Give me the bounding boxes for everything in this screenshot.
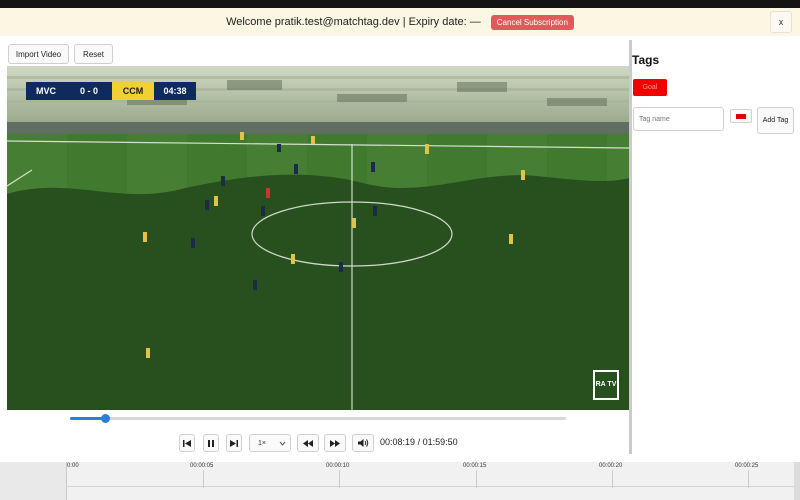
close-icon: x — [778, 17, 784, 27]
timeline-tick-label: 00:00:05 — [190, 463, 214, 469]
pause-button[interactable] — [203, 434, 219, 452]
fast-forward-icon — [330, 439, 340, 447]
playback-speed-select[interactable]: 1× — [249, 434, 291, 452]
volume-button[interactable] — [352, 434, 374, 452]
current-time: 00:08:19 — [380, 437, 416, 447]
broadcaster-logo: RA TV — [593, 370, 619, 400]
skip-start-icon — [183, 439, 191, 447]
timeline-tick-label: 00:00:15 — [463, 463, 487, 469]
tag-chip-goal[interactable]: Goal — [633, 79, 667, 96]
rewind-button[interactable] — [297, 434, 319, 452]
reset-button[interactable]: Reset — [74, 44, 113, 64]
speed-value: 1× — [258, 439, 266, 447]
panel-resizer[interactable] — [629, 40, 632, 454]
timeline-tick-label: 0:00 — [67, 463, 79, 469]
video-frame — [7, 66, 629, 410]
tag-name-input[interactable] — [633, 107, 724, 131]
total-duration: 01:59:50 — [422, 437, 458, 447]
match-clock: 04:38 — [154, 82, 196, 100]
add-tag-button[interactable]: Add Tag — [757, 107, 794, 134]
fast-forward-button[interactable] — [324, 434, 346, 452]
home-team: MVC — [26, 82, 66, 100]
volume-icon — [358, 439, 369, 447]
skip-end-icon — [230, 439, 238, 447]
pause-icon — [208, 439, 214, 447]
subscription-banner: Welcome pratik.test@matchtag.dev | Expir… — [0, 8, 800, 36]
timeline-scrollbar[interactable] — [794, 462, 800, 500]
video-player[interactable]: MVC 0 - 0 CCM 04:38 RA TV — [7, 66, 629, 410]
timeline[interactable]: 0:00 00:00:05 00:00:10 00:00:15 00:00:20… — [0, 462, 800, 500]
tag-color-swatch — [736, 113, 746, 119]
welcome-text: Welcome pratik.test@matchtag.dev | Expir… — [226, 16, 481, 28]
timeline-tick-label: 00:00:10 — [326, 463, 350, 469]
rewind-icon — [303, 439, 313, 447]
seek-bar-fill — [70, 417, 105, 420]
window-top-bar — [0, 0, 800, 8]
skip-to-start-button[interactable] — [179, 434, 195, 452]
close-banner-button[interactable]: x — [770, 11, 792, 33]
timeline-tick-label: 00:00:25 — [735, 463, 759, 469]
seek-bar[interactable] — [70, 414, 566, 423]
tag-color-picker[interactable] — [730, 109, 752, 123]
scoreboard: MVC 0 - 0 CCM 04:38 — [26, 82, 216, 100]
tags-heading: Tags — [632, 53, 660, 67]
time-separator: / — [417, 437, 421, 447]
seek-bar-handle[interactable] — [100, 414, 110, 423]
cancel-subscription-button[interactable]: Cancel Subscription — [490, 14, 574, 30]
away-team: CCM — [112, 82, 154, 100]
import-video-button[interactable]: Import Video — [8, 44, 69, 64]
timeline-tick-label: 00:00:20 — [599, 463, 623, 469]
score: 0 - 0 — [66, 82, 112, 100]
timeline-track[interactable]: 0:00 00:00:05 00:00:10 00:00:15 00:00:20… — [66, 462, 796, 500]
chevron-down-icon — [279, 441, 286, 446]
timeline-lane-divider — [66, 486, 796, 487]
skip-to-end-button[interactable] — [226, 434, 242, 452]
time-display: 00:08:19 / 01:59:50 — [380, 437, 458, 447]
